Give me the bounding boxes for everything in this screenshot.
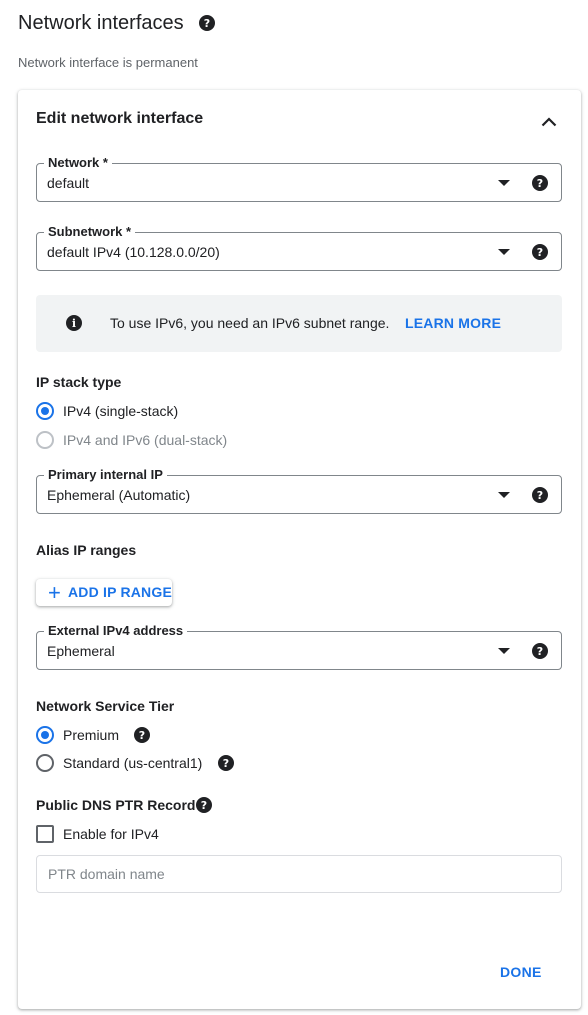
radio-standard[interactable]	[36, 754, 54, 772]
external-ipv4-label: External IPv4 address	[44, 623, 188, 639]
subnetwork-value: default IPv4 (10.128.0.0/20)	[47, 244, 220, 260]
enable-ipv4-checkbox[interactable]	[36, 825, 54, 843]
help-icon: ?	[199, 15, 215, 31]
ipv6-info-banner: i To use IPv6, you need an IPv6 subnet r…	[36, 295, 562, 352]
page-title: Network interfaces	[18, 12, 184, 34]
radio-label-standard: Standard (us-central1)	[63, 755, 203, 771]
done-button[interactable]: DONE	[496, 962, 546, 982]
add-ip-range-button[interactable]: + ADD IP RANGE	[36, 579, 172, 606]
network-value: default	[47, 175, 90, 191]
external-ipv4-value: Ephemeral	[47, 643, 115, 659]
dropdown-arrow-icon	[498, 180, 510, 186]
radio-label-ipv4: IPv4 (single-stack)	[63, 403, 179, 419]
network-label: Network *	[44, 155, 112, 171]
dropdown-arrow-icon	[498, 648, 510, 654]
external-ip-help-button[interactable]: ?	[532, 643, 548, 659]
network-select[interactable]: Network * default ?	[36, 155, 562, 202]
radio-button[interactable]	[36, 726, 54, 744]
ptr-domain-name-input[interactable]	[36, 855, 562, 893]
card-title: Edit network interface	[36, 110, 204, 127]
radio-label-premium: Premium	[63, 727, 120, 743]
subnetwork-label: Subnetwork *	[44, 224, 136, 240]
premium-help-button[interactable]: ?	[134, 727, 150, 743]
network-service-tier-label: Network Service Tier	[36, 698, 175, 714]
help-icon: ?	[532, 244, 548, 260]
plus-icon: +	[48, 579, 61, 605]
network-help-button[interactable]: ?	[532, 175, 548, 191]
enable-ipv4-label: Enable for IPv4	[63, 826, 159, 842]
subnetwork-help-button[interactable]: ?	[532, 244, 548, 260]
add-ip-range-label: ADD IP RANGE	[67, 584, 172, 600]
learn-more-link[interactable]: LEARN MORE	[405, 315, 501, 332]
subnetwork-select[interactable]: Subnetwork * default IPv4 (10.128.0.0/20…	[36, 224, 562, 271]
radio-label-dual-stack: IPv4 and IPv6 (dual-stack)	[63, 432, 228, 448]
primary-internal-ip-value: Ephemeral (Automatic)	[47, 487, 191, 503]
public-dns-ptr-label: Public DNS PTR Record	[36, 797, 196, 813]
standard-help-button[interactable]: ?	[218, 755, 234, 771]
dropdown-arrow-icon	[498, 249, 510, 255]
ip-stack-type-label: IP stack type	[36, 374, 122, 390]
help-icon: ?	[196, 797, 212, 813]
chevron-up-icon	[541, 117, 557, 127]
help-icon: ?	[532, 643, 548, 659]
page-subtitle: Network interface is permanent	[18, 55, 198, 70]
radio-premium[interactable]	[36, 726, 54, 744]
primary-ip-help-button[interactable]: ?	[532, 487, 548, 503]
primary-internal-ip-label: Primary internal IP	[44, 467, 167, 483]
radio-ipv4-single-stack[interactable]	[36, 402, 54, 420]
external-ipv4-address-select[interactable]: External IPv4 address Ephemeral ?	[36, 623, 562, 670]
dns-help-button[interactable]: ?	[196, 797, 212, 813]
radio-button[interactable]	[36, 402, 54, 420]
help-icon: ?	[532, 487, 548, 503]
alias-ip-ranges-label: Alias IP ranges	[36, 542, 137, 558]
help-icon: ?	[532, 175, 548, 191]
dropdown-arrow-icon	[498, 492, 510, 498]
primary-internal-ip-select[interactable]: Primary internal IP Ephemeral (Automatic…	[36, 467, 562, 514]
radio-ipv4-ipv6-dual-stack	[36, 431, 54, 449]
help-icon: ?	[134, 727, 150, 743]
radio-button[interactable]	[36, 754, 54, 772]
info-text: To use IPv6, you need an IPv6 subnet ran…	[110, 315, 390, 331]
page-help-button[interactable]: ?	[199, 15, 215, 31]
info-icon: i	[66, 315, 82, 331]
radio-button	[36, 431, 54, 449]
collapse-button[interactable]	[536, 109, 562, 135]
help-icon: ?	[218, 755, 234, 771]
